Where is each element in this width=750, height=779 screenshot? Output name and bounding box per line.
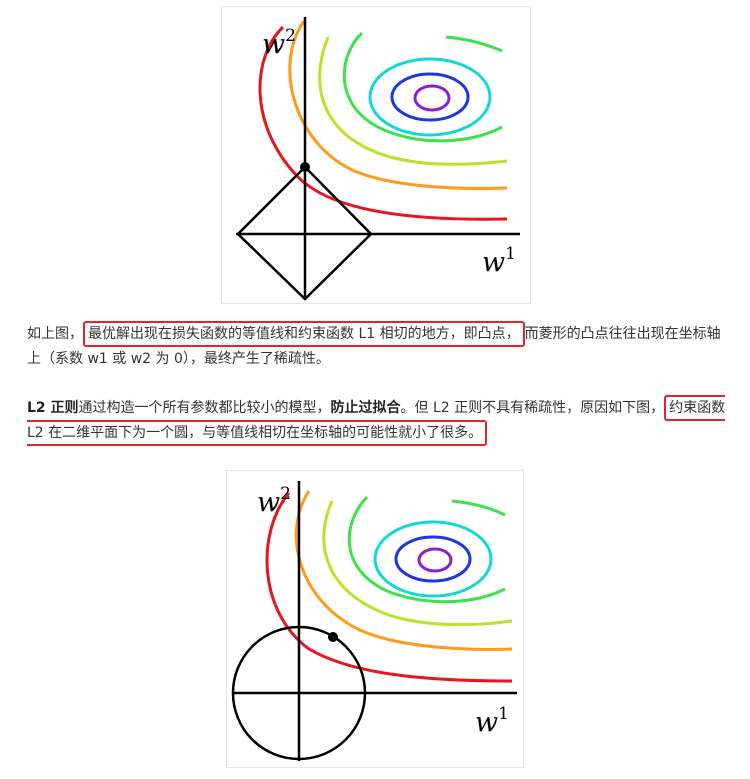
contour-ring-5 [373,520,493,598]
paragraph-l2: L2 正则通过构造一个所有参数都比较小的模型，防止过拟合。但 L2 正则不具有稀… [27,395,732,446]
paragraph-l1: 如上图， 最优解出现在损失函数的等值线和约束函数 L1 相切的地方，即凸点， 而菱形… [27,321,732,372]
p1-prefix: 如上图， [27,326,83,342]
tangent-point [328,632,338,642]
contour-ring-6 [394,535,472,583]
contour-ring-5 [368,57,492,137]
p1-highlight: 最优解出现在损失函数的等值线和约束函数 L1 相切的地方，即凸点， [83,321,525,347]
contour-ring-7 [413,84,451,112]
p2-bold-overfit: 防止过拟合 [330,400,401,416]
p2-text2: 。但 L2 正则不具有稀疏性，原因如下图， [400,400,665,416]
x-axis-label: w1 [482,244,516,278]
contour-ring-1 [265,492,513,683]
y-axis-label: w2 [257,484,291,518]
x-axis-label: w1 [475,704,509,738]
figure-l2-contour: w2 w1 [226,470,524,768]
figure-l1-contour: w2 w1 [221,6,531,304]
contour-ring-7 [417,547,453,573]
contour-ring-1 [258,25,508,221]
p2-bold-l2: L2 正则 [27,400,79,416]
tangent-point [300,162,310,172]
contour-ring-6 [390,72,470,122]
p2-text1: 通过构造一个所有参数都比较小的模型， [78,400,331,416]
